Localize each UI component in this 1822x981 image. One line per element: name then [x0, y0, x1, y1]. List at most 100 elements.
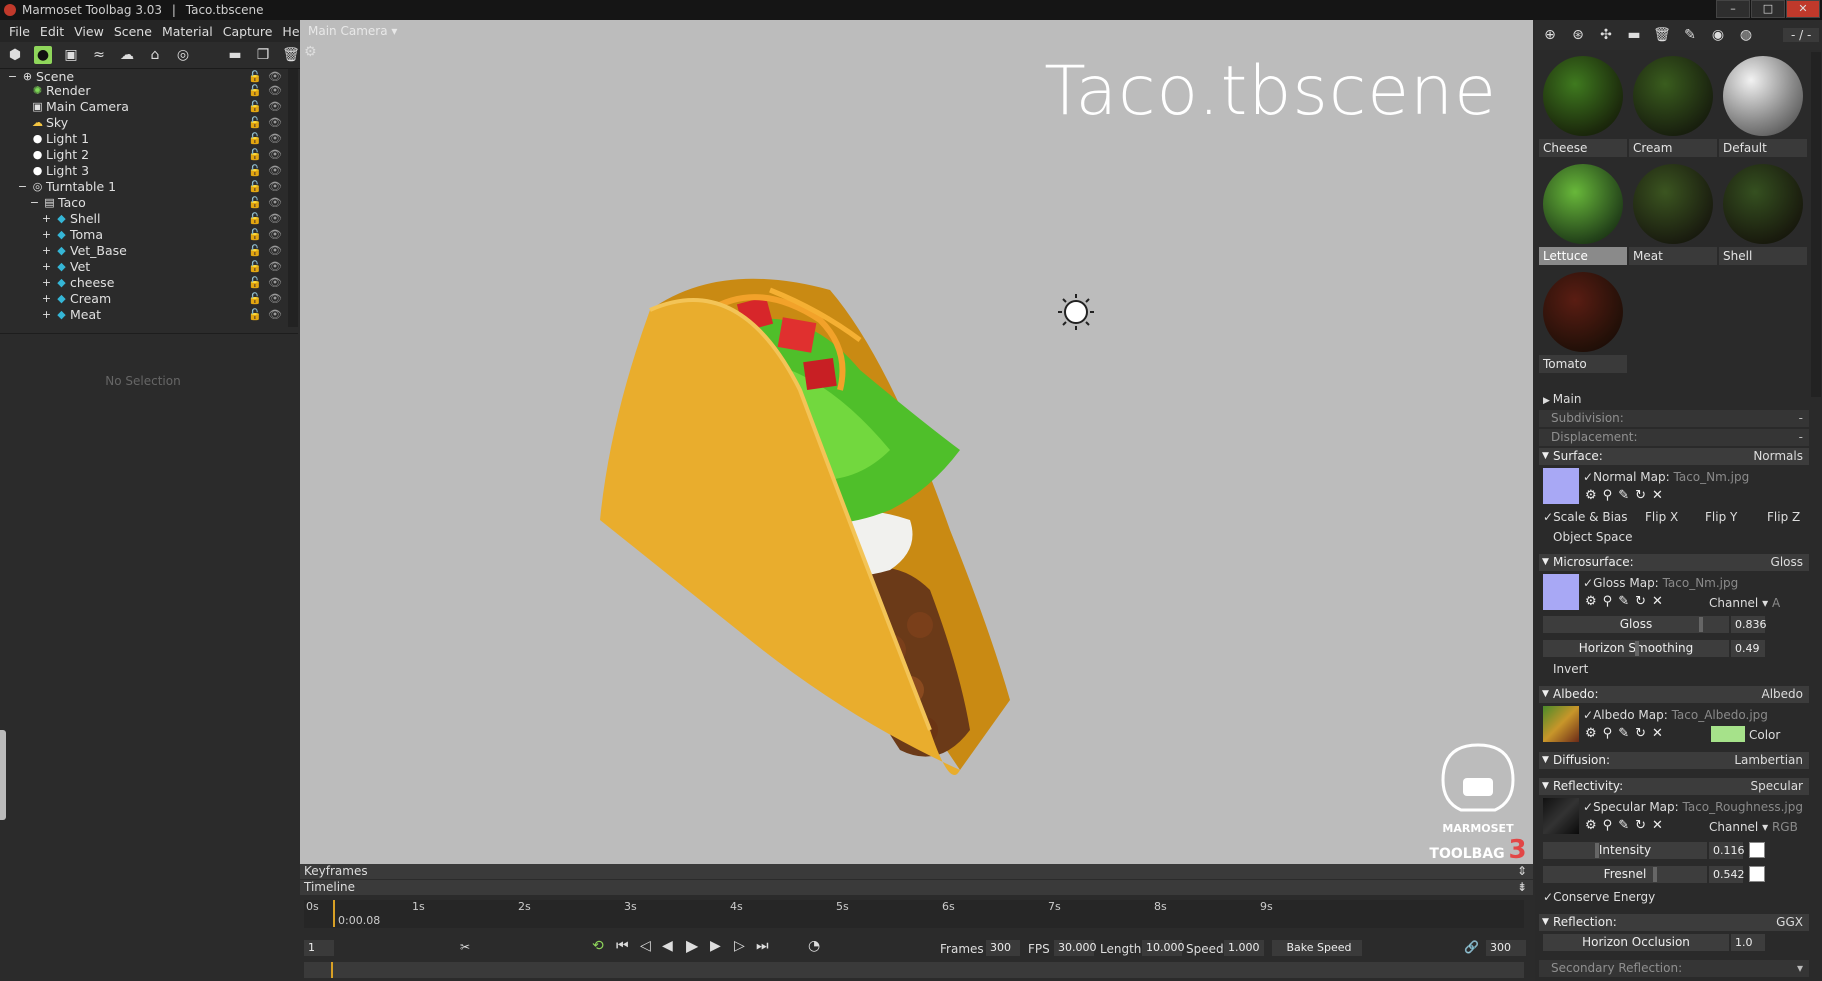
expand-toggle[interactable]	[16, 133, 29, 146]
length-input[interactable]: 10.000	[1142, 940, 1185, 956]
material-cream[interactable]: Cream	[1629, 52, 1717, 157]
horizon-smoothing-slider[interactable]: Horizon Smoothing	[1543, 640, 1729, 657]
end-frame-input[interactable]: 300	[1486, 940, 1526, 956]
secondary-reflection-row[interactable]: Secondary Reflection: ▾	[1539, 960, 1809, 977]
displacement-row[interactable]: Displacement: -	[1539, 429, 1809, 446]
bake-speed-button[interactable]: Bake Speed	[1272, 940, 1362, 956]
search-icon[interactable]: ⚲	[1603, 488, 1613, 503]
microsurface-header[interactable]: ▼ Microsurface: Gloss	[1539, 554, 1809, 571]
panel-grip[interactable]	[0, 730, 6, 820]
expand-toggle[interactable]: −	[16, 180, 29, 194]
expand-toggle[interactable]: +	[40, 260, 53, 274]
diffusion-header[interactable]: ▼ Diffusion: Lambertian	[1539, 752, 1809, 769]
eye-icon[interactable]: 👁	[268, 227, 282, 243]
scissors-icon[interactable]: ✂	[460, 940, 470, 954]
lock-icon[interactable]: 🔓	[248, 259, 262, 275]
add-material-icon[interactable]: ⊕	[1541, 26, 1559, 44]
subdivision-value[interactable]: -	[1799, 410, 1803, 427]
reload-icon[interactable]: ↻	[1635, 726, 1646, 741]
surface-dropdown[interactable]: Normals	[1753, 448, 1803, 465]
intensity-color-swatch[interactable]	[1749, 842, 1765, 858]
eye-icon[interactable]: 👁	[268, 259, 282, 275]
assign-material-icon[interactable]: ✎	[1681, 26, 1699, 44]
tree-item-render[interactable]: ✺ Render 🔓 👁	[16, 83, 286, 99]
lock-icon[interactable]: 🔓	[248, 307, 262, 323]
delete-material-icon[interactable]: 🗑	[1653, 26, 1671, 44]
close-button[interactable]: ✕	[1786, 0, 1820, 18]
tree-item-toma[interactable]: + ◆ Toma 🔓 👁	[40, 227, 286, 243]
gloss-channel-select[interactable]: Channel ▾ A	[1709, 596, 1780, 610]
search-icon[interactable]: ⚲	[1603, 594, 1613, 609]
edit-icon[interactable]: ✎	[1618, 726, 1629, 741]
object-space-checkbox[interactable]: Object Space	[1553, 530, 1632, 544]
tree-item-shell[interactable]: + ◆ Shell 🔓 👁	[40, 211, 286, 227]
tree-item-cheese[interactable]: + ◆ cheese 🔓 👁	[40, 275, 286, 291]
eye-icon[interactable]: 👁	[268, 195, 282, 211]
gear-icon[interactable]: ⚙	[304, 44, 317, 60]
tree-item-light-3[interactable]: ● Light 3 🔓 👁	[16, 163, 286, 179]
material-counter[interactable]: - / -	[1783, 28, 1820, 42]
minimize-button[interactable]: –	[1716, 0, 1750, 18]
fresnel-color-swatch[interactable]	[1749, 866, 1765, 882]
normal-map-thumbnail[interactable]	[1543, 468, 1579, 504]
add-camera-icon[interactable]: ▣	[62, 46, 80, 64]
scale-bias-checkbox[interactable]: ✓Scale & Bias	[1543, 510, 1628, 524]
expand-toggle[interactable]: +	[40, 276, 53, 290]
expand-toggle[interactable]	[16, 165, 29, 178]
search-icon[interactable]: ⚲	[1603, 818, 1613, 833]
timeline-header[interactable]: Timeline ⇟	[300, 880, 1533, 895]
check-icon[interactable]: ✓	[1583, 576, 1593, 590]
lock-icon[interactable]: 🔓	[248, 227, 262, 243]
speed-input[interactable]: 1.000	[1224, 940, 1264, 956]
material-settings-icon[interactable]: ◍	[1737, 26, 1755, 44]
scrub-playhead[interactable]	[331, 962, 333, 978]
lock-icon[interactable]: 🔓	[248, 179, 262, 195]
expand-toggle[interactable]	[16, 149, 29, 162]
timeline-ruler[interactable]: 0s 1s 2s 3s 4s 5s 6s 7s 8s 9s 0:00.08	[304, 900, 1524, 928]
playhead[interactable]	[333, 900, 335, 927]
expand-toggle[interactable]: +	[40, 228, 53, 242]
gloss-slider[interactable]: Gloss	[1543, 616, 1729, 633]
eye-icon[interactable]: 👁	[268, 99, 282, 115]
gloss-value[interactable]: 0.836	[1731, 616, 1767, 633]
gear-icon[interactable]: ⚙	[1585, 726, 1597, 741]
eye-icon[interactable]: 👁	[268, 83, 282, 99]
prev-frame-icon[interactable]: ◀	[662, 938, 673, 954]
link-icon[interactable]: 🔗	[1464, 940, 1479, 954]
collapse-icon[interactable]: ⇟	[1517, 880, 1527, 895]
menu-capture[interactable]: Capture	[218, 24, 278, 39]
step-forward-icon[interactable]: ▷	[734, 938, 745, 954]
eye-icon[interactable]: 👁	[268, 211, 282, 227]
eye-icon[interactable]: 👁	[268, 131, 282, 147]
menu-file[interactable]: File	[4, 24, 35, 39]
flip-x-checkbox[interactable]: Flip X	[1645, 510, 1678, 524]
lock-icon[interactable]: 🔓	[248, 83, 262, 99]
eye-icon[interactable]: 👁	[268, 243, 282, 259]
microsurface-dropdown[interactable]: Gloss	[1771, 554, 1803, 571]
close-icon[interactable]: ✕	[1652, 726, 1663, 741]
speed-dial-icon[interactable]: ◔	[808, 938, 820, 954]
expand-toggle[interactable]: +	[40, 308, 53, 322]
surface-header[interactable]: ▼ Surface: Normals	[1539, 448, 1809, 465]
add-fog-icon[interactable]: ≈	[90, 46, 108, 64]
reflectivity-header[interactable]: ▼ Reflectivity: Specular	[1539, 778, 1809, 795]
delete-icon[interactable]: 🗑	[282, 46, 300, 64]
gloss-map-thumbnail[interactable]	[1543, 574, 1579, 610]
expand-toggle[interactable]: −	[6, 70, 19, 84]
add-turntable-icon[interactable]: ◎	[174, 46, 192, 64]
scrub-bar[interactable]	[304, 962, 1524, 978]
lock-icon[interactable]: 🔓	[248, 275, 262, 291]
eye-icon[interactable]: 👁	[268, 115, 282, 131]
open-folder-icon[interactable]: ▬	[226, 46, 244, 64]
lock-icon[interactable]: 🔓	[248, 163, 262, 179]
fresnel-slider[interactable]: Fresnel	[1543, 866, 1707, 883]
invert-checkbox[interactable]: Invert	[1553, 662, 1588, 676]
fresnel-knob[interactable]	[1653, 867, 1657, 882]
fresnel-value[interactable]: 0.542	[1709, 866, 1745, 883]
close-icon[interactable]: ✕	[1652, 594, 1663, 609]
reflectivity-dropdown[interactable]: Specular	[1751, 778, 1803, 795]
gear-icon[interactable]: ⚙	[1585, 594, 1597, 609]
menu-view[interactable]: View	[69, 24, 109, 39]
expand-toggle[interactable]: +	[40, 244, 53, 258]
expand-toggle[interactable]	[16, 101, 29, 114]
